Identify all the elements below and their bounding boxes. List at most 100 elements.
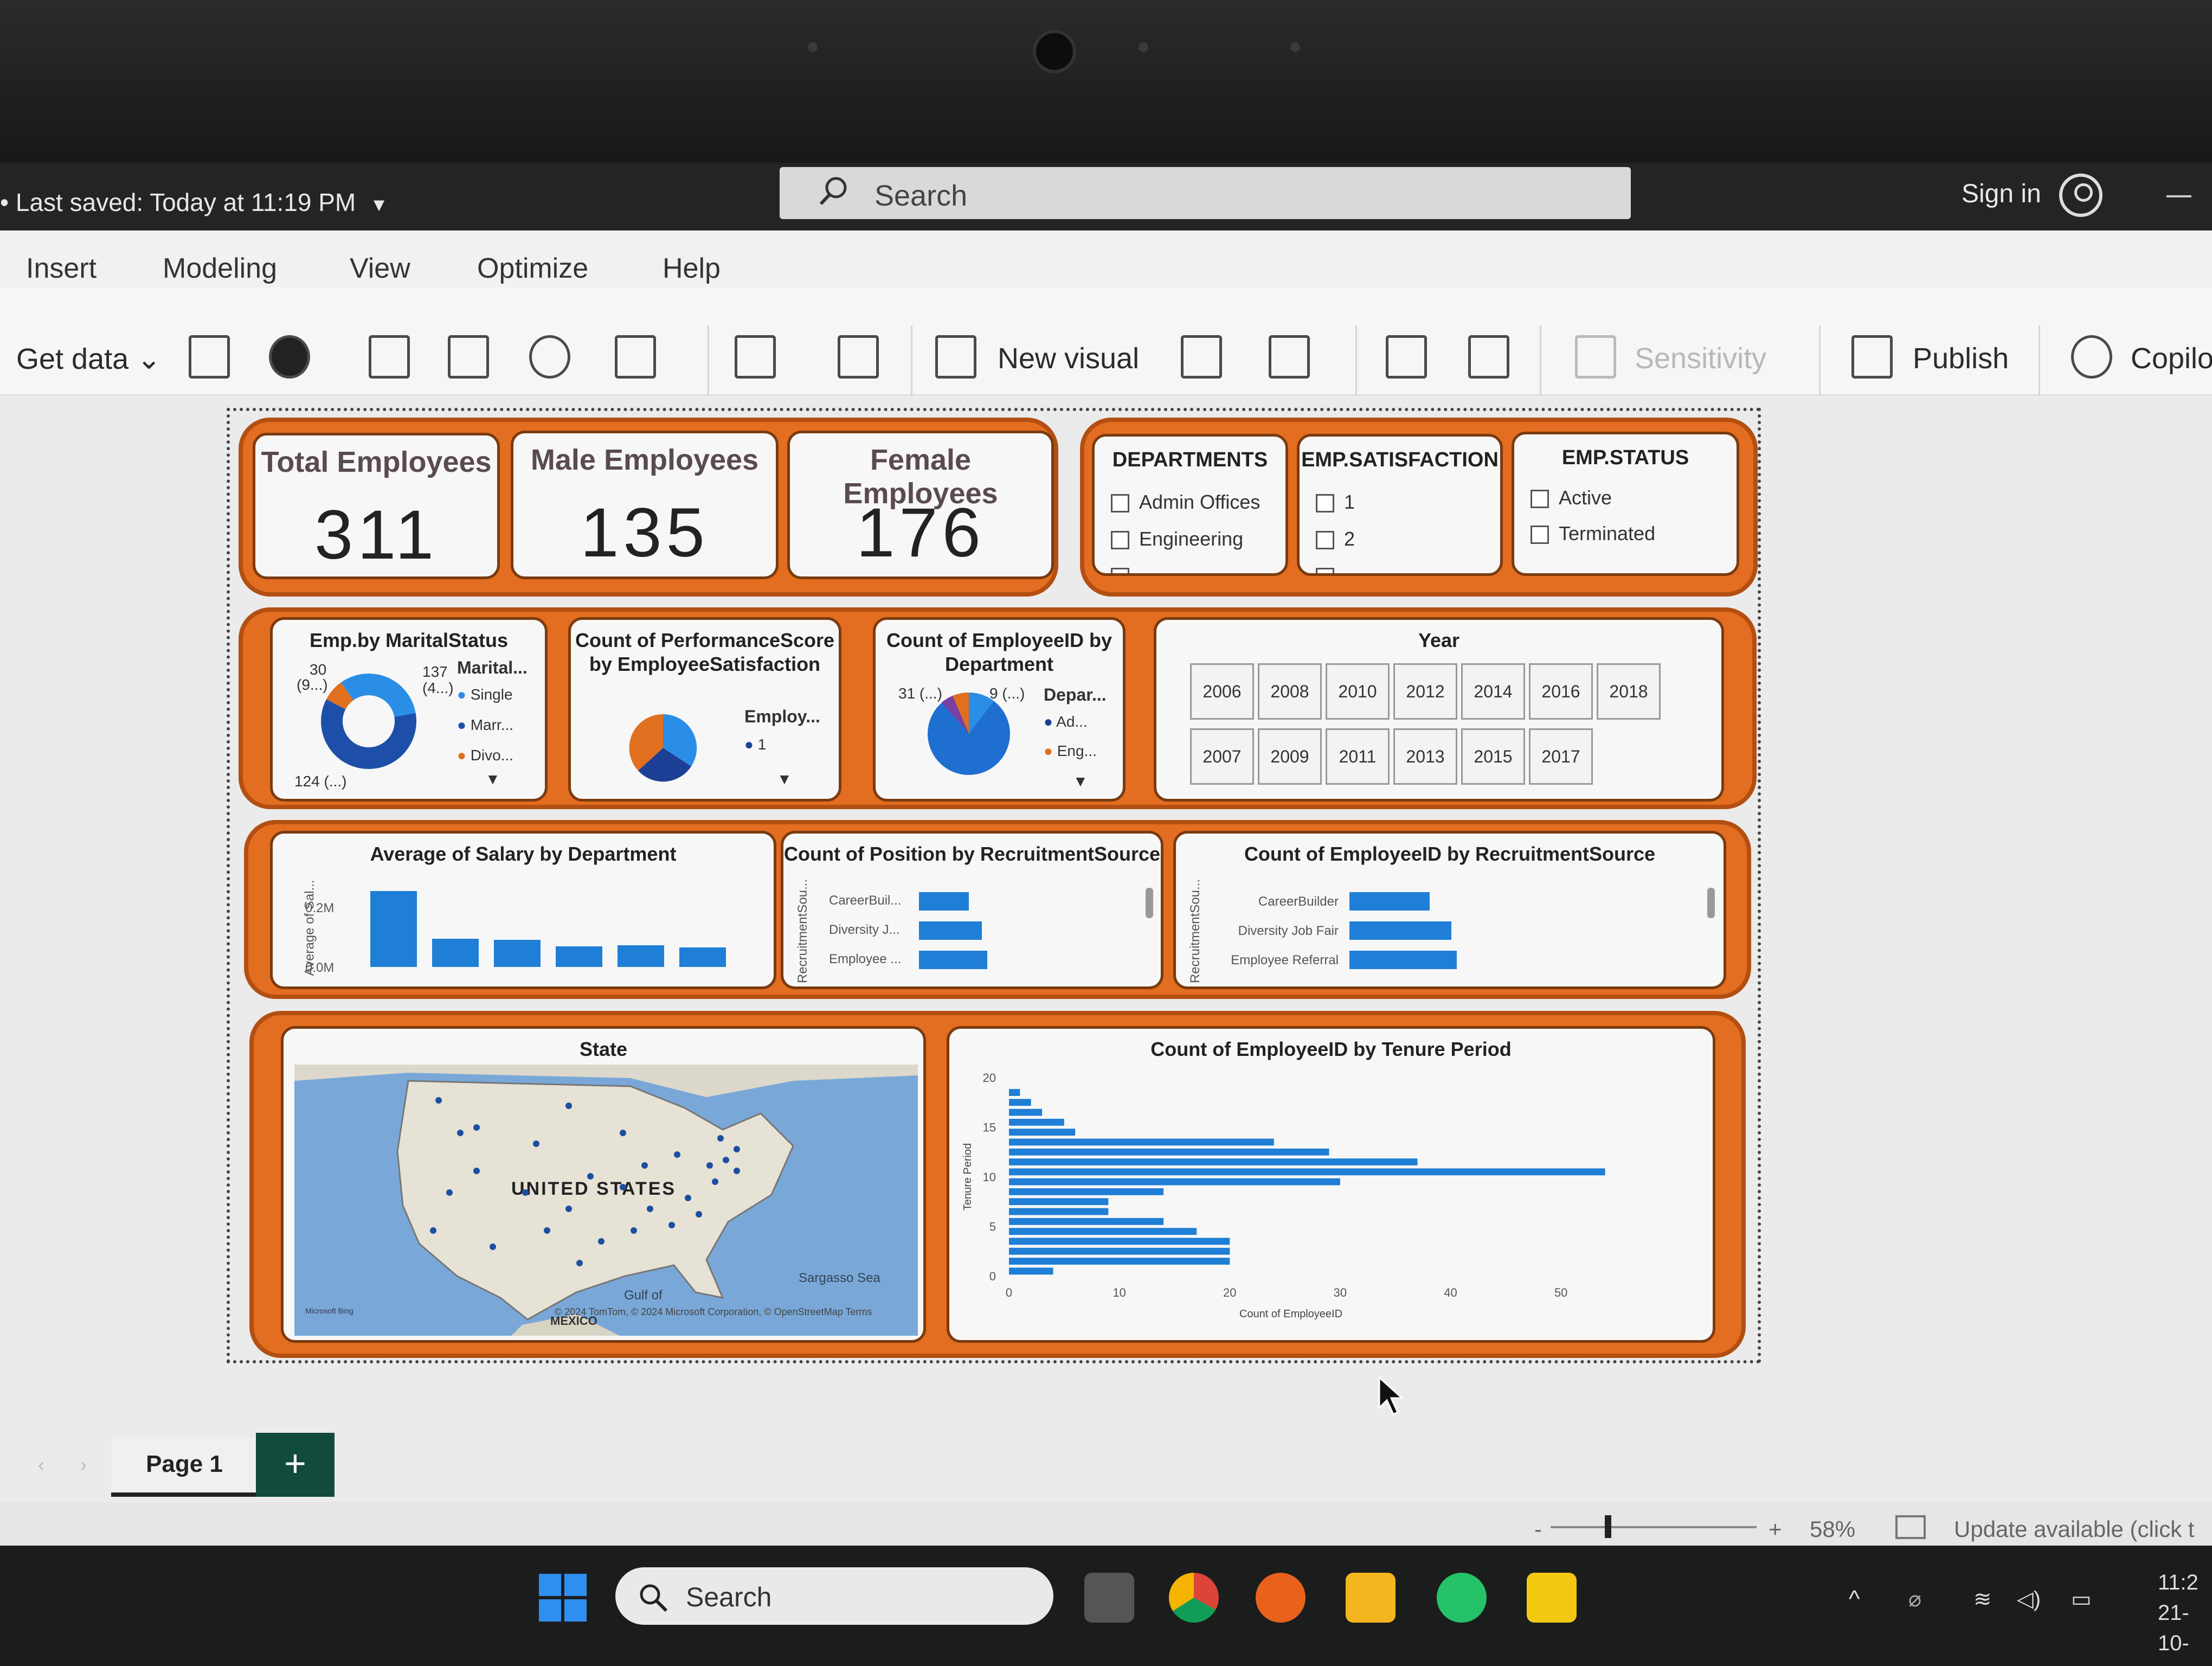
tenure-bar[interactable] (1009, 1099, 1031, 1106)
state-location-dot[interactable] (587, 1173, 594, 1180)
state-location-dot[interactable] (685, 1195, 691, 1201)
tenure-bar[interactable] (1009, 1228, 1197, 1235)
tenure-bar[interactable] (1009, 1218, 1164, 1225)
year-button[interactable]: 2013 (1393, 728, 1457, 785)
dataverse-icon[interactable] (529, 335, 570, 379)
get-data-button[interactable]: Get data ⌄ (16, 342, 161, 376)
zoom-slider-track[interactable] (1551, 1526, 1757, 1528)
wifi-icon[interactable]: ≋ (1973, 1587, 1992, 1612)
performance-pie-card[interactable]: Count of PerformanceScore by EmployeeSat… (568, 617, 841, 802)
legend-scroll-down-icon[interactable]: ▼ (777, 771, 792, 788)
source-bar[interactable] (1349, 921, 1451, 940)
checkbox[interactable] (1111, 568, 1129, 573)
state-location-dot[interactable] (446, 1189, 453, 1196)
battery-icon[interactable]: ▭ (2071, 1587, 2092, 1612)
minimize-icon[interactable] (2166, 195, 2191, 197)
year-button[interactable]: 2009 (1258, 728, 1322, 785)
state-location-dot[interactable] (457, 1130, 464, 1136)
tenure-bar[interactable] (1009, 1188, 1164, 1195)
state-location-dot[interactable] (706, 1162, 713, 1169)
slicer-option[interactable]: Engineering (1111, 528, 1243, 550)
copilot-icon[interactable] (2071, 335, 2112, 379)
text-box-icon[interactable] (1181, 335, 1222, 379)
kpi-card-total[interactable]: Total Employees 311 (253, 433, 500, 579)
state-location-dot[interactable] (430, 1227, 436, 1234)
onelake-hub-icon[interactable] (269, 335, 310, 379)
tenure-bar[interactable] (1009, 1208, 1109, 1215)
last-saved-status[interactable]: • Last saved: Today at 11:19 PM ▼ (0, 188, 388, 217)
salary-bar[interactable] (370, 891, 417, 967)
new-visual-icon[interactable] (935, 335, 976, 379)
windows-start-icon[interactable] (539, 1574, 587, 1622)
status-slicer[interactable]: EMP.STATUS Active Terminated (1512, 432, 1739, 576)
state-location-dot[interactable] (565, 1103, 572, 1109)
tenure-chart-card[interactable]: Count of EmployeeID by Tenure Period 0 10… (947, 1026, 1715, 1343)
marital-status-donut-card[interactable]: Emp.by MaritalStatus 30 (9...) 137 (4...… (270, 617, 548, 802)
year-button[interactable]: 2008 (1258, 663, 1322, 720)
quick-measure-icon[interactable] (1468, 335, 1509, 379)
source-bar[interactable] (1349, 951, 1457, 969)
salary-bar[interactable] (432, 939, 479, 967)
salary-bar[interactable] (494, 940, 541, 967)
state-location-dot[interactable] (576, 1260, 583, 1266)
map-attribution[interactable]: © 2024 TomTom, © 2024 Microsoft Corporat… (555, 1306, 872, 1318)
tab-optimize[interactable]: Optimize (477, 252, 588, 285)
next-page-icon[interactable]: › (80, 1453, 87, 1476)
publish-icon[interactable] (1851, 335, 1893, 379)
source-bar[interactable] (1349, 892, 1430, 911)
state-location-dot[interactable] (734, 1146, 740, 1152)
salary-bar[interactable] (679, 947, 726, 967)
fit-to-page-icon[interactable] (1895, 1515, 1926, 1539)
zoom-in-icon[interactable]: + (1769, 1516, 1782, 1542)
slicer-option[interactable]: Terminated (1531, 522, 1655, 545)
state-location-dot[interactable] (668, 1222, 675, 1228)
state-location-dot[interactable] (620, 1130, 626, 1136)
state-location-dot[interactable] (533, 1140, 539, 1147)
tenure-bar[interactable] (1009, 1178, 1340, 1186)
taskbar-search-box[interactable]: Search (615, 1567, 1053, 1625)
prev-page-icon[interactable]: ‹ (38, 1453, 44, 1476)
year-button[interactable]: 2012 (1393, 663, 1457, 720)
firefox-icon[interactable] (1256, 1573, 1306, 1623)
legend-item[interactable]: ● Divo... (457, 747, 513, 764)
state-location-dot[interactable] (490, 1244, 496, 1250)
year-button[interactable]: 2007 (1190, 728, 1254, 785)
year-slicer[interactable]: Year 2006 2008 2010 2012 2014 2016 2018 2007 20… (1154, 617, 1724, 802)
year-button[interactable]: 2014 (1461, 663, 1525, 720)
salary-by-department-card[interactable]: Average of Salary by Department Average … (270, 831, 776, 989)
chrome-icon[interactable] (1169, 1573, 1219, 1623)
add-page-button[interactable]: + (256, 1433, 335, 1497)
tenure-bar[interactable] (1009, 1198, 1109, 1206)
state-location-dot[interactable] (641, 1162, 648, 1169)
state-location-dot[interactable] (473, 1124, 480, 1131)
legend-scroll-down-icon[interactable]: ▼ (1073, 773, 1088, 790)
year-button[interactable]: 2018 (1597, 663, 1661, 720)
state-location-dot[interactable] (674, 1151, 680, 1158)
folder-icon[interactable] (1346, 1573, 1396, 1623)
marital-donut-chart[interactable] (317, 670, 420, 773)
new-visual-button[interactable]: New visual (998, 342, 1139, 375)
satisfaction-slicer[interactable]: EMP.SATISFACTION 1 2 (1297, 434, 1503, 576)
tenure-bar[interactable] (1009, 1258, 1230, 1265)
year-button[interactable]: 2011 (1326, 728, 1390, 785)
checkbox[interactable] (1531, 490, 1549, 509)
tab-view[interactable]: View (350, 252, 410, 285)
tenure-bar[interactable] (1009, 1108, 1043, 1116)
zoom-out-icon[interactable]: - (1534, 1516, 1542, 1542)
state-location-dot[interactable] (435, 1097, 442, 1104)
title-search-box[interactable]: Search (780, 167, 1631, 219)
year-button[interactable]: 2015 (1461, 728, 1525, 785)
slicer-option[interactable] (1316, 565, 1344, 573)
tenure-bar[interactable] (1009, 1089, 1020, 1096)
position-bar[interactable] (919, 892, 969, 911)
power-bi-icon[interactable] (1527, 1573, 1577, 1623)
scrollbar[interactable] (1146, 888, 1153, 918)
checkbox[interactable] (1111, 531, 1129, 550)
transform-data-icon[interactable] (735, 335, 776, 379)
sign-in-link[interactable]: Sign in (1962, 179, 2041, 209)
salary-bar[interactable] (556, 946, 602, 967)
tenure-bar[interactable] (1009, 1238, 1230, 1245)
volume-icon[interactable]: ◁) (2017, 1587, 2041, 1612)
copilot-button[interactable]: Copilo (2131, 342, 2212, 375)
zoom-slider-handle[interactable] (1605, 1515, 1611, 1538)
